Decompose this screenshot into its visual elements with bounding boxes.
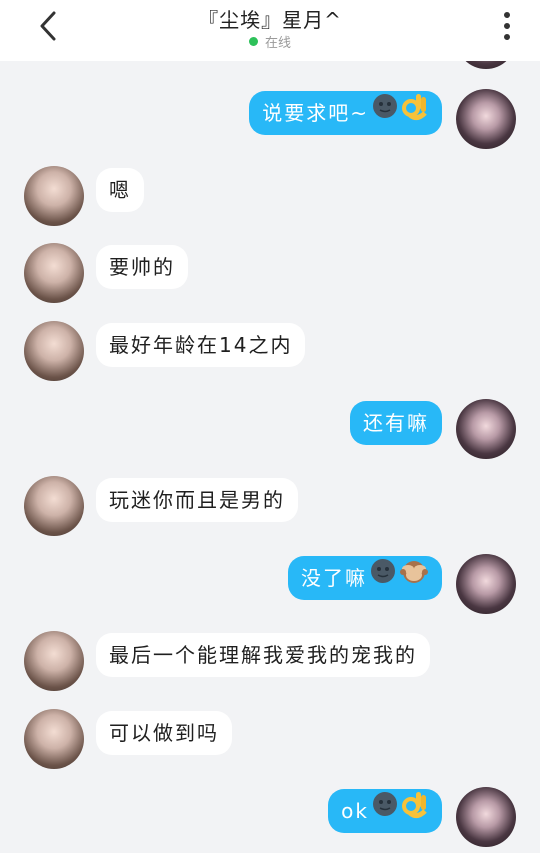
see-no-evil-monkey-emoji [399, 556, 429, 600]
message-bubble[interactable]: 最好年龄在14之内 [96, 323, 306, 367]
self-avatar[interactable] [456, 399, 516, 459]
self-avatar[interactable] [456, 89, 516, 149]
online-dot [248, 37, 258, 46]
contact-avatar[interactable] [24, 709, 84, 769]
chat-header: 『尘埃』星月^ 在线 [0, 0, 540, 61]
more-menu-button[interactable] [492, 6, 522, 46]
self-avatar[interactable] [456, 787, 516, 847]
message-bubble[interactable]: 最后一个能理解我爱我的宠我的 [96, 633, 430, 677]
message-bubble[interactable]: 玩迷你而且是男的 [96, 478, 298, 522]
message-bubble[interactable]: 没了嘛 [288, 556, 442, 600]
contact-avatar[interactable] [24, 321, 84, 381]
message-text: ok [341, 799, 369, 823]
message-text: 还有嘛 [363, 411, 429, 435]
ok-hand-emoji [401, 91, 429, 136]
message-bubble[interactable]: 说要求吧~ [249, 91, 442, 135]
message-bubble[interactable]: 要帅的 [96, 245, 188, 289]
message-text: 没了嘛 [301, 566, 367, 590]
online-status-label: 在线 [264, 36, 291, 51]
contact-avatar[interactable] [24, 476, 84, 536]
self-avatar[interactable] [456, 554, 516, 614]
new-moon-face-emoji [371, 789, 399, 833]
message-bubble[interactable]: 还有嘛 [350, 401, 442, 445]
new-moon-face-emoji [369, 556, 397, 600]
message-bubble[interactable]: ok [328, 789, 442, 833]
message-bubble[interactable]: 可以做到吗 [96, 711, 232, 755]
message-bubble[interactable]: 嗯 [96, 168, 144, 212]
contact-name: 『尘埃』星月^ [198, 8, 342, 32]
contact-avatar[interactable] [24, 631, 84, 691]
ok-hand-emoji [401, 789, 429, 834]
online-status: 在线 [0, 32, 540, 51]
contact-avatar[interactable] [24, 243, 84, 303]
new-moon-face-emoji [371, 91, 399, 135]
contact-avatar[interactable] [24, 166, 84, 226]
more-vertical-icon [504, 12, 510, 40]
message-text: 说要求吧~ [262, 101, 369, 125]
